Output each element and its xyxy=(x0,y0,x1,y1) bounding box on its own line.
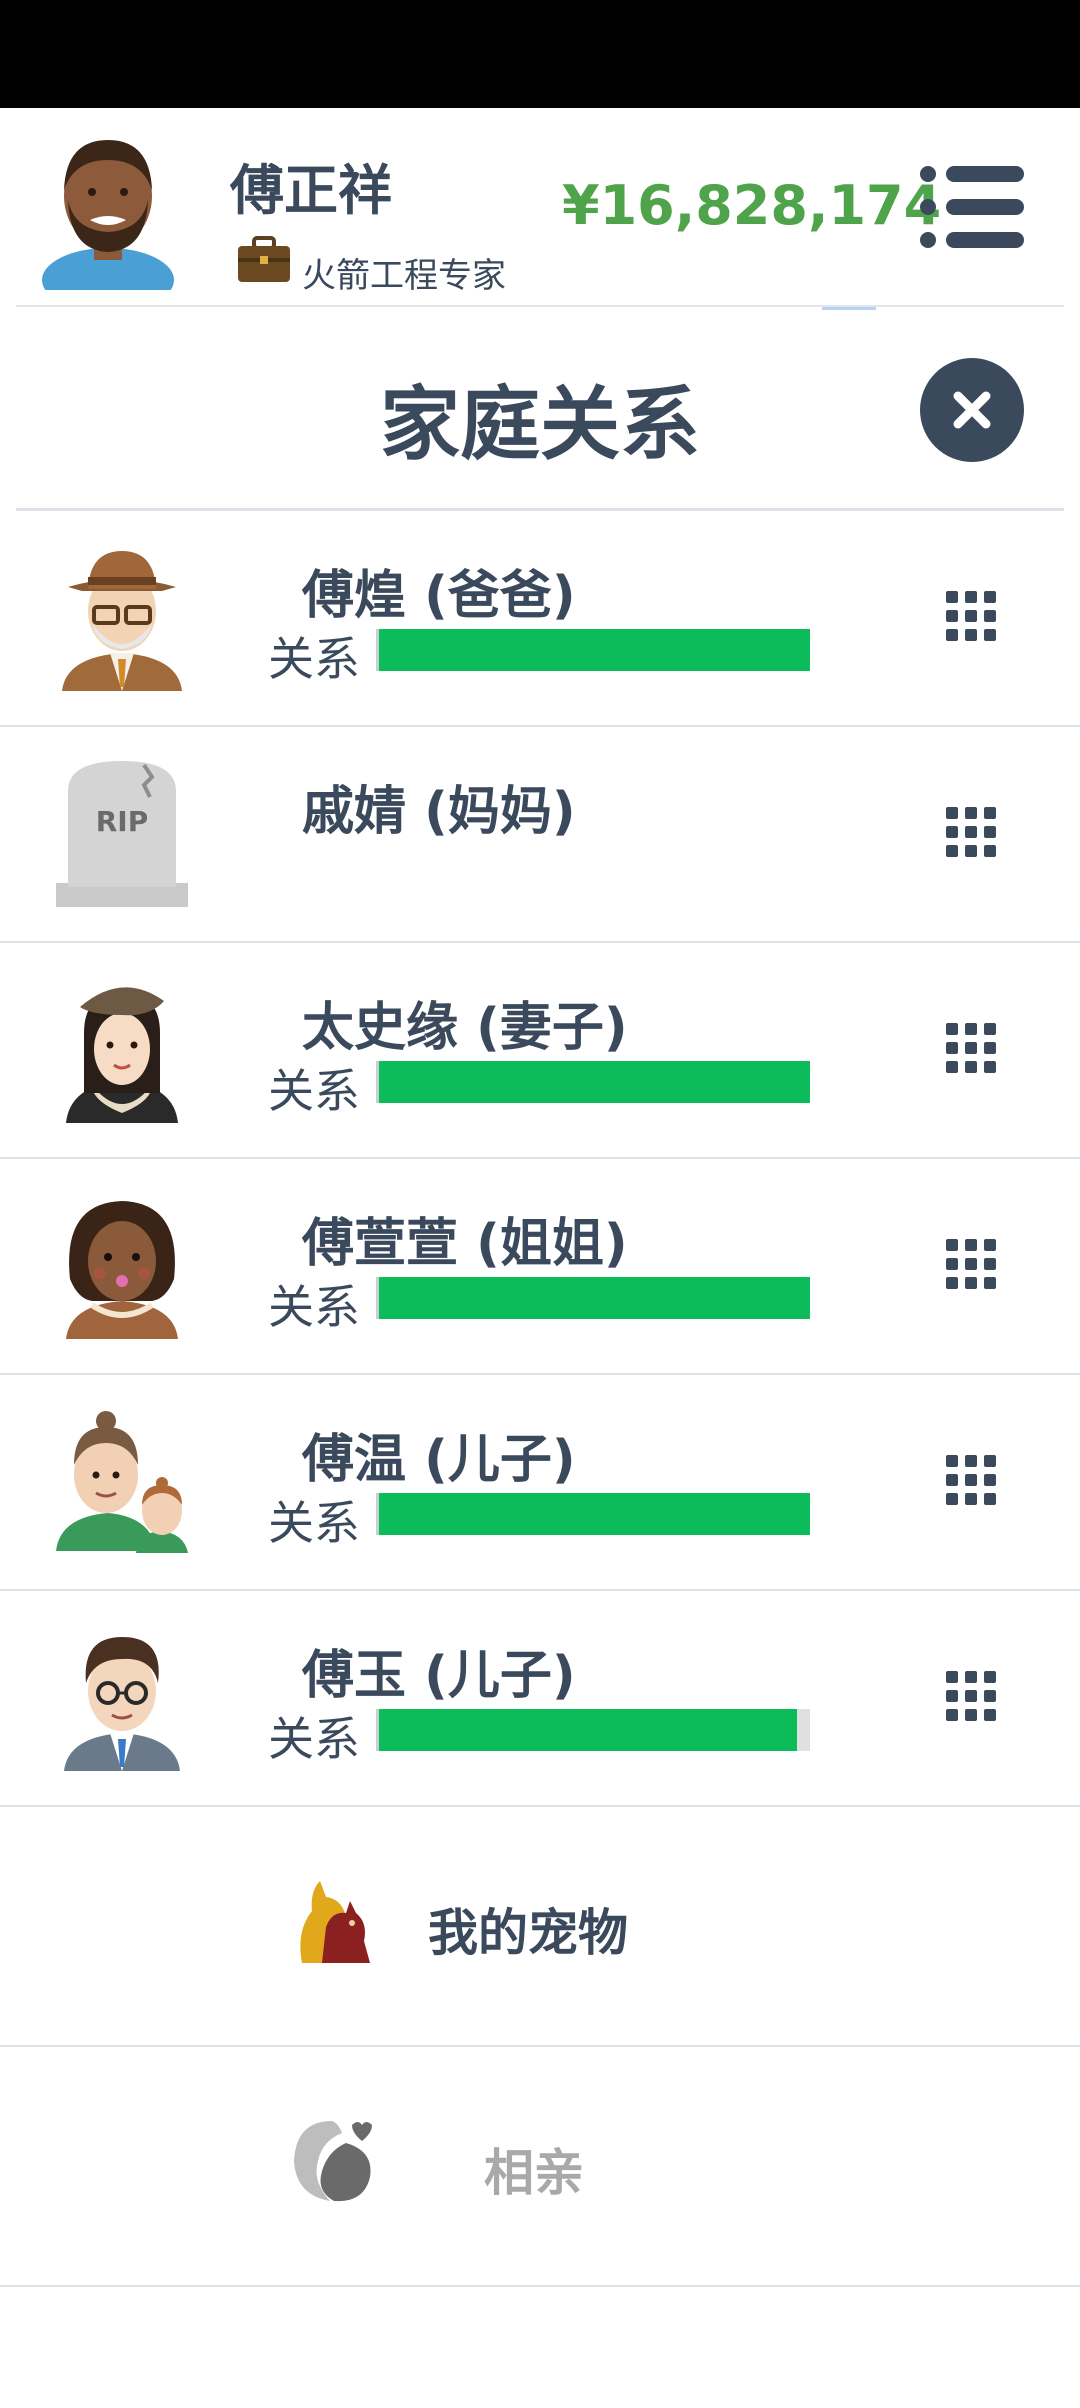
relationship-label: 关系 xyxy=(268,1280,360,1334)
pets-menu-item[interactable]: 我的宠物 xyxy=(0,1807,1080,2047)
dialog-title: 家庭关系 xyxy=(380,378,700,471)
header: 傅正祥 火箭工程专家 ¥16,828,174 xyxy=(0,108,1080,306)
menu-icon[interactable] xyxy=(918,164,1026,250)
relationship-bar-tick xyxy=(376,1061,379,1103)
relationship-bar-fill xyxy=(376,1493,810,1535)
header-divider xyxy=(16,305,1064,307)
relationship-bar-tick xyxy=(376,1277,379,1319)
status-bar xyxy=(0,0,1080,108)
tombstone-icon: RIP xyxy=(56,761,188,907)
grid-icon[interactable] xyxy=(946,807,996,857)
relationship-bar xyxy=(376,629,810,671)
header-accent xyxy=(822,307,876,310)
family-name: 傅萱萱 (姐姐) xyxy=(302,1214,628,1274)
relationship-label: 关系 xyxy=(268,1712,360,1766)
relationship-bar xyxy=(376,1061,810,1103)
family-list: 傅煌 (爸爸) 关系 RIP 戚婧 (妈妈) 太史缘 (妻子) 关系 傅萱萱 (… xyxy=(0,511,1080,2287)
son-portrait-icon xyxy=(56,1411,188,1553)
relationship-bar-fill xyxy=(376,1709,797,1751)
family-name: 傅玉 (儿子) xyxy=(302,1646,576,1706)
briefcase-icon xyxy=(238,236,290,282)
family-row-son-2[interactable]: 傅玉 (儿子) 关系 xyxy=(0,1591,1080,1807)
family-name: 戚婧 (妈妈) xyxy=(302,782,576,842)
tombstone-text: RIP xyxy=(96,805,149,838)
close-button[interactable] xyxy=(920,358,1024,462)
dating-menu-item[interactable]: 相亲 xyxy=(0,2047,1080,2287)
pets-icon xyxy=(300,1881,370,1963)
relationship-bar-fill xyxy=(376,629,810,671)
family-name: 傅煌 (爸爸) xyxy=(302,566,576,626)
grid-icon[interactable] xyxy=(946,1023,996,1073)
family-row-son-1[interactable]: 傅温 (儿子) 关系 xyxy=(0,1375,1080,1591)
money-balance: ¥16,828,174 xyxy=(562,174,942,237)
relationship-bar xyxy=(376,1493,810,1535)
father-portrait-icon xyxy=(62,551,182,691)
wife-portrait-icon xyxy=(66,987,178,1123)
relationship-bar-fill xyxy=(376,1277,810,1319)
family-row-father[interactable]: 傅煌 (爸爸) 关系 xyxy=(0,511,1080,727)
player-avatar xyxy=(42,140,174,290)
dating-label: 相亲 xyxy=(484,2144,584,2202)
grid-icon[interactable] xyxy=(946,591,996,641)
grid-icon[interactable] xyxy=(946,1239,996,1289)
sister-portrait-icon xyxy=(66,1201,178,1339)
relationship-bar-fill xyxy=(376,1061,810,1103)
relationship-label: 关系 xyxy=(268,1064,360,1118)
grid-icon[interactable] xyxy=(946,1455,996,1505)
son-portrait-icon xyxy=(64,1637,180,1771)
relationship-bar xyxy=(376,1709,810,1751)
family-row-mother[interactable]: RIP 戚婧 (妈妈) xyxy=(0,727,1080,943)
family-row-sister[interactable]: 傅萱萱 (姐姐) 关系 xyxy=(0,1159,1080,1375)
relationship-bar-tick xyxy=(376,1709,379,1751)
close-icon xyxy=(953,391,991,429)
player-name: 傅正祥 xyxy=(230,159,392,222)
grid-icon[interactable] xyxy=(946,1671,996,1721)
relationship-bar xyxy=(376,1277,810,1319)
pets-label: 我的宠物 xyxy=(428,1904,628,1962)
dating-icon xyxy=(294,2121,372,2202)
player-job: 火箭工程专家 xyxy=(302,256,506,296)
relationship-label: 关系 xyxy=(268,1496,360,1550)
family-name: 太史缘 (妻子) xyxy=(302,998,628,1058)
relationship-bar-tick xyxy=(376,629,379,671)
family-row-wife[interactable]: 太史缘 (妻子) 关系 xyxy=(0,943,1080,1159)
family-name: 傅温 (儿子) xyxy=(302,1430,576,1490)
relationship-label: 关系 xyxy=(268,632,360,686)
relationship-bar-tick xyxy=(376,1493,379,1535)
